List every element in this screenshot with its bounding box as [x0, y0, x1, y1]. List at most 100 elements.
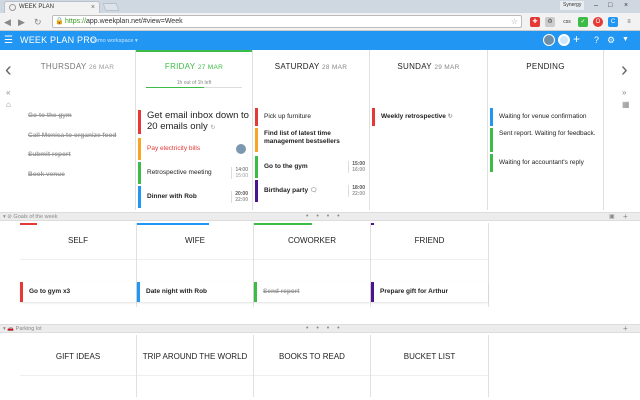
task-item[interactable]: Find list of latest time management best…	[255, 128, 367, 152]
goal-color-bar	[20, 223, 37, 225]
parking-column-title: BOOKS TO READ	[279, 352, 345, 361]
help-icon[interactable]: ?	[594, 34, 599, 46]
divider	[371, 259, 488, 260]
task-item[interactable]: Get email inbox down to 20 emails only ↻	[138, 110, 250, 134]
day-header: SUNDAY 29 MAR	[397, 62, 460, 71]
new-tab-button[interactable]	[102, 3, 120, 11]
extension-opera-icon[interactable]: O	[593, 17, 603, 27]
browser-tab-strip: WEEK PLAN × Synergy – □ ×	[0, 0, 640, 13]
task-item[interactable]: Go to the gym 15:00 16:00	[255, 156, 367, 178]
settings-icon[interactable]: ⚙	[607, 34, 615, 46]
goal-column-friend: FRIEND Prepare gift for Arthur	[371, 223, 489, 307]
hamburger-menu-icon[interactable]: ☰	[4, 35, 13, 46]
day-header: PENDING	[526, 62, 565, 71]
task-item[interactable]: Sent report. Waiting for feedback.	[490, 128, 601, 152]
goal-title: COWORKER	[288, 236, 336, 245]
back-icon[interactable]: ◀	[4, 16, 11, 28]
lock-icon: 🔒	[55, 18, 64, 25]
task-item[interactable]: Pick up furniture	[255, 108, 367, 126]
day-column-friday: FRIDAY 27 MAR 1h out of 1h left Get emai…	[136, 50, 253, 210]
tab-title: WEEK PLAN	[19, 4, 55, 10]
goal-title: FRIEND	[414, 236, 445, 245]
parking-column: TRIP AROUND THE WORLD	[137, 335, 254, 397]
goal-task[interactable]: Go to gym x3	[20, 282, 136, 302]
url-scheme: https://	[65, 18, 87, 25]
task-item[interactable]: Pay electricity bills	[138, 138, 250, 160]
goal-column-self: SELF Go to gym x3	[20, 223, 137, 307]
day-column-sunday: SUNDAY 29 MAR Weekly retrospective ↻	[370, 50, 488, 210]
task-item[interactable]: Go to the gym	[22, 112, 133, 120]
extension-blue-icon[interactable]: C	[608, 17, 618, 27]
task-item[interactable]: Book venue	[22, 171, 133, 179]
team-avatar[interactable]	[558, 34, 570, 46]
recurring-icon: ↻	[447, 114, 453, 120]
goals-section-label: ▾ ⊘ Goals of the week	[3, 214, 58, 220]
bookmark-star-icon[interactable]: ☆	[511, 16, 518, 28]
goal-color-bar	[254, 223, 312, 225]
goals-section-bar[interactable]: ▾ ⊘ Goals of the week • • • • ▣ +	[0, 212, 640, 221]
minimize-icon[interactable]: –	[594, 1, 598, 10]
fast-forward-icon[interactable]: »	[622, 88, 626, 97]
divider	[254, 375, 370, 376]
task-time: 14:00 15:00	[231, 167, 248, 179]
task-item[interactable]: Waiting for venue confirmation	[490, 108, 601, 126]
maximize-icon[interactable]: □	[608, 1, 612, 10]
workspace-selector[interactable]: Demo workspace ▾	[91, 37, 138, 45]
parking-lot-section-bar[interactable]: ▾ 🚗 Parking lot • • • • +	[0, 324, 640, 333]
task-item[interactable]: Waiting for accountant's reply	[490, 154, 601, 172]
divider	[254, 259, 370, 260]
section-view-icon[interactable]: ▣	[609, 213, 615, 221]
profile-badge[interactable]: Synergy	[560, 1, 585, 10]
forward-icon[interactable]: ▶	[18, 16, 25, 28]
address-bar: ◀ ▶ ↻ 🔒 https://app.weekplan.net/#view=W…	[0, 13, 640, 31]
today-indicator	[136, 50, 252, 52]
home-icon[interactable]: ⌂	[6, 100, 11, 109]
drag-handle-icon[interactable]: • • • •	[306, 325, 343, 332]
divider	[137, 375, 253, 376]
next-week-arrow-icon[interactable]: ›	[621, 60, 628, 80]
window-close-icon[interactable]: ×	[624, 1, 628, 10]
time-left-note: 1h out of 1h left	[176, 80, 212, 86]
tab-close-icon[interactable]: ×	[91, 2, 95, 13]
calendar-icon[interactable]: ▦	[622, 100, 630, 109]
day-column-saturday: SATURDAY 28 MAR Pick up furniture Find l…	[253, 50, 370, 210]
goal-color-bar	[137, 223, 209, 225]
goal-title: SELF	[67, 236, 88, 245]
task-item[interactable]: Submit report	[22, 151, 133, 159]
recurring-icon: ↻	[210, 125, 216, 131]
task-item[interactable]: Birthday party 🗨 18:00 22:00	[255, 180, 367, 202]
url-input[interactable]: 🔒 https://app.weekplan.net/#view=Week ☆	[52, 15, 522, 28]
browser-tab[interactable]: WEEK PLAN ×	[4, 1, 100, 13]
filter-icon[interactable]: ▼	[622, 34, 629, 46]
user-avatar[interactable]	[543, 34, 555, 46]
divider	[20, 259, 136, 260]
goal-task[interactable]: Send report	[254, 282, 370, 302]
parking-column: GIFT IDEAS	[20, 335, 137, 397]
extension-css-icon[interactable]: css	[560, 17, 574, 27]
parking-column-title: GIFT IDEAS	[55, 352, 101, 361]
goal-task[interactable]: Prepare gift for Arthur	[371, 282, 488, 302]
reload-icon[interactable]: ↻	[34, 16, 42, 28]
chrome-menu-icon[interactable]: ≡	[624, 17, 634, 27]
extension-red-icon[interactable]: ✚	[530, 17, 540, 27]
prev-week-arrow-icon[interactable]: ‹	[5, 60, 12, 80]
day-header: FRIDAY 27 MAR	[164, 62, 224, 71]
favicon-icon	[9, 4, 16, 11]
parking-column-title: TRIP AROUND THE WORLD	[142, 352, 248, 361]
comment-icon: 🗨	[309, 188, 318, 194]
day-header: THURSDAY 26 MAR	[40, 62, 115, 71]
divider	[137, 259, 253, 260]
goal-task[interactable]: Date night with Rob	[137, 282, 253, 302]
rewind-icon[interactable]: «	[6, 88, 10, 97]
app-title: WEEK PLAN PRO	[20, 35, 98, 45]
task-item[interactable]: Weekly retrospective ↻	[372, 108, 485, 126]
task-item[interactable]: Retrospective meeting 14:00 15:00	[138, 162, 250, 184]
section-add-icon[interactable]: +	[623, 325, 628, 333]
task-item[interactable]: Dinner with Rob 20:00 22:00	[138, 186, 250, 208]
section-add-icon[interactable]: +	[623, 213, 628, 221]
extension-recycle-icon[interactable]: ♻	[545, 17, 555, 27]
extension-green-icon[interactable]: ✓	[578, 17, 588, 27]
task-item[interactable]: Call Monica to organize food	[22, 132, 133, 140]
add-icon[interactable]: +	[573, 33, 580, 45]
drag-handle-icon[interactable]: • • • •	[306, 213, 343, 220]
